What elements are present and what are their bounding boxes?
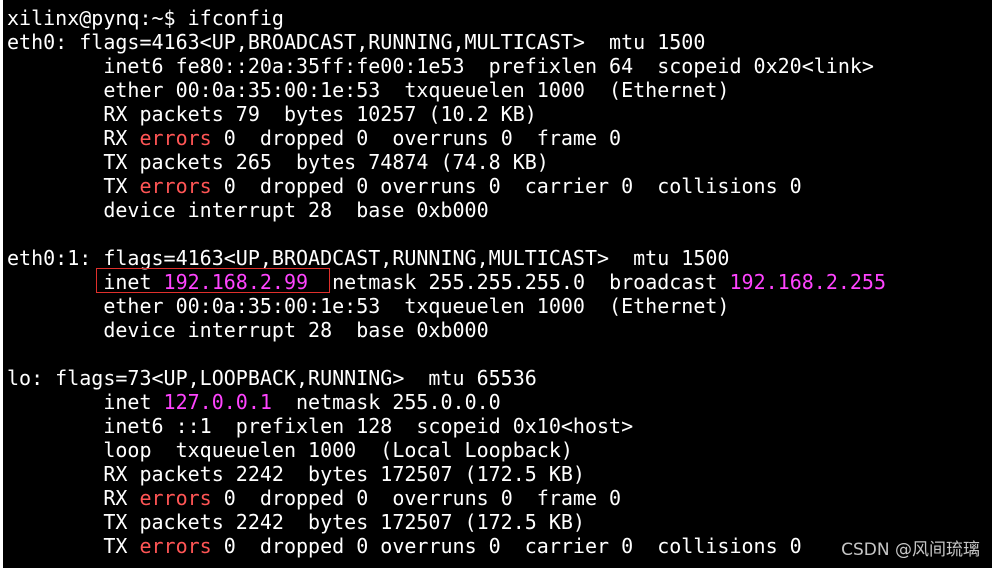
terminal-text: inet6 fe80::20a:35ff:fe00:1e53 prefixlen… <box>7 54 874 78</box>
error-keyword: errors <box>139 534 212 558</box>
terminal-text: TX <box>7 534 140 558</box>
terminal-text: device interrupt 28 base 0xb000 <box>7 198 489 222</box>
terminal-text: 0 dropped 0 overruns 0 frame 0 <box>211 486 622 510</box>
terminal-text: ether 00:0a:35:00:1e:53 txqueuelen 1000 … <box>7 78 730 102</box>
terminal-text: 0 dropped 0 overruns 0 carrier 0 collisi… <box>211 534 802 558</box>
terminal-text: 0 dropped 0 overruns 0 carrier 0 collisi… <box>211 174 802 198</box>
terminal-line: xilinx@pynq:~$ ifconfig <box>7 6 284 30</box>
terminal-line: lo: flags=73<UP,LOOPBACK,RUNNING> mtu 65… <box>7 366 537 390</box>
terminal-window[interactable]: xilinx@pynq:~$ ifconfig eth0: flags=4163<… <box>0 0 992 568</box>
terminal-text: eth0: flags=4163<UP,BROADCAST,RUNNING,MU… <box>7 30 706 54</box>
terminal-text: RX <box>7 486 140 510</box>
highlight-box-inet-address <box>96 268 330 293</box>
terminal-text: device interrupt 28 base 0xb000 <box>7 318 489 342</box>
terminal-text: RX packets 2242 bytes 172507 (172.5 KB) <box>7 462 585 486</box>
error-keyword: errors <box>139 126 212 150</box>
terminal-line: inet6 fe80::20a:35ff:fe00:1e53 prefixlen… <box>7 54 874 78</box>
terminal-line: inet 127.0.0.1 netmask 255.0.0.0 <box>7 390 501 414</box>
terminal-line: eth0:1: flags=4163<UP,BROADCAST,RUNNING,… <box>7 246 729 270</box>
terminal-text: ether 00:0a:35:00:1e:53 txqueuelen 1000 … <box>7 294 730 318</box>
ip-address: 127.0.0.1 <box>163 390 272 414</box>
terminal-line: inet6 ::1 prefixlen 128 scopeid 0x10<hos… <box>7 414 633 438</box>
terminal-line: RX errors 0 dropped 0 overruns 0 frame 0 <box>7 486 621 510</box>
terminal-text: loop txqueuelen 1000 (Local Loopback) <box>7 438 573 462</box>
terminal-line: RX errors 0 dropped 0 overruns 0 frame 0 <box>7 126 621 150</box>
terminal-text: inet6 ::1 prefixlen 128 scopeid 0x10<hos… <box>7 414 634 438</box>
terminal-line: TX errors 0 dropped 0 overruns 0 carrier… <box>7 174 802 198</box>
ip-address: 192.168.2.255 <box>729 270 887 294</box>
terminal-text: TX packets 2242 bytes 172507 (172.5 KB) <box>7 510 585 534</box>
terminal-line: RX packets 79 bytes 10257 (10.2 KB) <box>7 102 537 126</box>
terminal-text: RX packets 79 bytes 10257 (10.2 KB) <box>7 102 537 126</box>
terminal-line: RX packets 2242 bytes 172507 (172.5 KB) <box>7 462 585 486</box>
terminal-text: inet <box>7 390 164 414</box>
terminal-line: device interrupt 28 base 0xb000 <box>7 318 489 342</box>
terminal-line: loop txqueuelen 1000 (Local Loopback) <box>7 438 573 462</box>
terminal-text: 0 dropped 0 overruns 0 frame 0 <box>211 126 622 150</box>
terminal-text: TX packets 265 bytes 74874 (74.8 KB) <box>7 150 549 174</box>
terminal-text: TX <box>7 174 140 198</box>
terminal-line: TX errors 0 dropped 0 overruns 0 carrier… <box>7 534 802 558</box>
terminal-text: netmask 255.0.0.0 <box>271 390 501 414</box>
terminal-text: eth0:1: flags=4163<UP,BROADCAST,RUNNING,… <box>7 246 730 270</box>
terminal-text: xilinx@pynq:~$ ifconfig <box>7 6 284 30</box>
terminal-line: ether 00:0a:35:00:1e:53 txqueuelen 1000 … <box>7 78 729 102</box>
error-keyword: errors <box>139 174 212 198</box>
terminal-line: TX packets 265 bytes 74874 (74.8 KB) <box>7 150 549 174</box>
terminal-line: ether 00:0a:35:00:1e:53 txqueuelen 1000 … <box>7 294 729 318</box>
terminal-line: eth0: flags=4163<UP,BROADCAST,RUNNING,MU… <box>7 30 705 54</box>
watermark: CSDN @风间琉璃 <box>841 540 980 560</box>
terminal-line: TX packets 2242 bytes 172507 (172.5 KB) <box>7 510 585 534</box>
error-keyword: errors <box>139 486 212 510</box>
terminal-text: lo: flags=73<UP,LOOPBACK,RUNNING> mtu 65… <box>7 366 537 390</box>
terminal-text: netmask 255.255.255.0 broadcast <box>308 270 730 294</box>
terminal-line: device interrupt 28 base 0xb000 <box>7 198 489 222</box>
terminal-text: RX <box>7 126 140 150</box>
